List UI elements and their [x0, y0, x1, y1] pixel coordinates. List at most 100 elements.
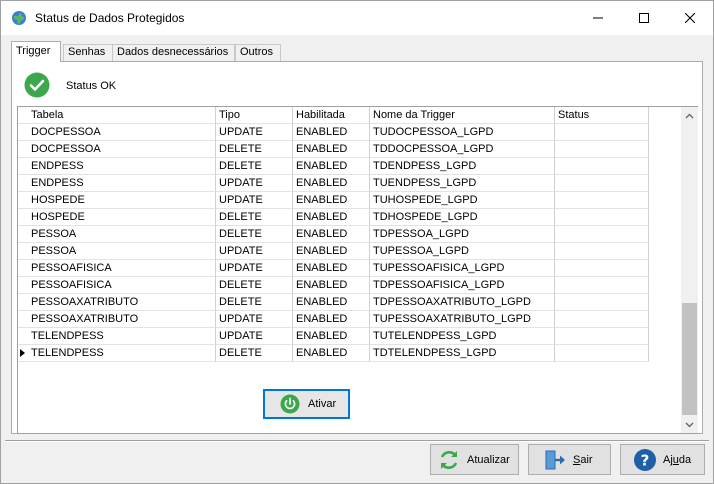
- table-row[interactable]: PESSOAFISICA UPDATE ENABLED TUPESSOAFISICA_…: [18, 260, 649, 277]
- minimize-button[interactable]: [575, 1, 621, 35]
- cell-status[interactable]: [555, 141, 649, 158]
- cell-habilitada[interactable]: ENABLED: [293, 209, 370, 226]
- cell-tabela[interactable]: PESSOAFISICA: [28, 277, 216, 294]
- cell-tipo[interactable]: DELETE: [216, 158, 293, 175]
- cell-habilitada[interactable]: ENABLED: [293, 260, 370, 277]
- cell-nome-da-trigger[interactable]: TUHOSPEDE_LGPD: [370, 192, 555, 209]
- table-row[interactable]: DOCPESSOA DELETE ENABLED TDDOCPESSOA_LGPD: [18, 141, 649, 158]
- cell-status[interactable]: [555, 226, 649, 243]
- table-row[interactable]: PESSOAXATRIBUTO DELETE ENABLED TDPESSOAXATR…: [18, 294, 649, 311]
- cell-tabela[interactable]: DOCPESSOA: [28, 141, 216, 158]
- scroll-down-button[interactable]: [681, 416, 698, 433]
- table-row[interactable]: ENDPESS DELETE ENABLED TDENDPESS_LGPD: [18, 158, 649, 175]
- col-tipo[interactable]: Tipo: [216, 107, 293, 124]
- table-row[interactable]: ENDPESS UPDATE ENABLED TUENDPESS_LGPD: [18, 175, 649, 192]
- col-tabela[interactable]: Tabela: [28, 107, 216, 124]
- table-row[interactable]: TELENDPESS UPDATE ENABLED TUTELENDPESS_LGPD: [18, 328, 649, 345]
- cell-tipo[interactable]: UPDATE: [216, 243, 293, 260]
- cell-tabela[interactable]: DOCPESSOA: [28, 124, 216, 141]
- cell-tabela[interactable]: PESSOAXATRIBUTO: [28, 311, 216, 328]
- cell-nome-da-trigger[interactable]: TUTELENDPESS_LGPD: [370, 328, 555, 345]
- cell-tabela[interactable]: ENDPESS: [28, 175, 216, 192]
- table-row[interactable]: DOCPESSOA UPDATE ENABLED TUDOCPESSOA_LGPD: [18, 124, 649, 141]
- cell-status[interactable]: [555, 311, 649, 328]
- ativar-button[interactable]: Ativar: [263, 389, 350, 419]
- cell-habilitada[interactable]: ENABLED: [293, 226, 370, 243]
- tab-senhas[interactable]: Senhas: [63, 44, 113, 61]
- col-habilitada[interactable]: Habilitada: [293, 107, 370, 124]
- cell-tabela[interactable]: TELENDPESS: [28, 328, 216, 345]
- maximize-button[interactable]: [621, 1, 667, 35]
- close-button[interactable]: [667, 1, 713, 35]
- scroll-thumb[interactable]: [682, 303, 697, 415]
- cell-tabela[interactable]: PESSOAFISICA: [28, 260, 216, 277]
- table-row[interactable]: PESSOA UPDATE ENABLED TUPESSOA_LGPD: [18, 243, 649, 260]
- cell-tipo[interactable]: DELETE: [216, 141, 293, 158]
- cell-tipo[interactable]: DELETE: [216, 226, 293, 243]
- tab-dados-desnecessarios[interactable]: Dados desnecessários: [112, 44, 235, 61]
- cell-tipo[interactable]: DELETE: [216, 277, 293, 294]
- cell-tipo[interactable]: UPDATE: [216, 175, 293, 192]
- cell-habilitada[interactable]: ENABLED: [293, 294, 370, 311]
- cell-status[interactable]: [555, 209, 649, 226]
- cell-nome-da-trigger[interactable]: TUENDPESS_LGPD: [370, 175, 555, 192]
- cell-status[interactable]: [555, 175, 649, 192]
- tab-trigger[interactable]: Trigger: [11, 41, 61, 62]
- cell-status[interactable]: [555, 192, 649, 209]
- col-status[interactable]: Status: [555, 107, 649, 124]
- cell-nome-da-trigger[interactable]: TUPESSOAXATRIBUTO_LGPD: [370, 311, 555, 328]
- cell-habilitada[interactable]: ENABLED: [293, 141, 370, 158]
- cell-status[interactable]: [555, 345, 649, 362]
- cell-habilitada[interactable]: ENABLED: [293, 158, 370, 175]
- cell-tipo[interactable]: UPDATE: [216, 124, 293, 141]
- cell-tabela[interactable]: HOSPEDE: [28, 209, 216, 226]
- cell-nome-da-trigger[interactable]: TDPESSOAXATRIBUTO_LGPD: [370, 294, 555, 311]
- cell-status[interactable]: [555, 243, 649, 260]
- cell-tipo[interactable]: DELETE: [216, 209, 293, 226]
- cell-habilitada[interactable]: ENABLED: [293, 192, 370, 209]
- cell-nome-da-trigger[interactable]: TDTELENDPESS_LGPD: [370, 345, 555, 362]
- cell-habilitada[interactable]: ENABLED: [293, 175, 370, 192]
- cell-nome-da-trigger[interactable]: TDPESSOAFISICA_LGPD: [370, 277, 555, 294]
- cell-tabela[interactable]: TELENDPESS: [28, 345, 216, 362]
- cell-tipo[interactable]: UPDATE: [216, 192, 293, 209]
- cell-nome-da-trigger[interactable]: TUDOCPESSOA_LGPD: [370, 124, 555, 141]
- cell-status[interactable]: [555, 277, 649, 294]
- table-row[interactable]: PESSOA DELETE ENABLED TDPESSOA_LGPD: [18, 226, 649, 243]
- cell-status[interactable]: [555, 260, 649, 277]
- table-row[interactable]: PESSOAFISICA DELETE ENABLED TDPESSOAFISICA_…: [18, 277, 649, 294]
- cell-nome-da-trigger[interactable]: TDDOCPESSOA_LGPD: [370, 141, 555, 158]
- cell-tabela[interactable]: ENDPESS: [28, 158, 216, 175]
- cell-tipo[interactable]: DELETE: [216, 294, 293, 311]
- scroll-up-button[interactable]: [681, 107, 698, 124]
- cell-habilitada[interactable]: ENABLED: [293, 277, 370, 294]
- cell-status[interactable]: [555, 124, 649, 141]
- cell-status[interactable]: [555, 294, 649, 311]
- cell-tabela[interactable]: HOSPEDE: [28, 192, 216, 209]
- cell-tabela[interactable]: PESSOA: [28, 226, 216, 243]
- table-row[interactable]: TELENDPESS DELETE ENABLED TDTELENDPESS_LGPD: [18, 345, 649, 362]
- cell-nome-da-trigger[interactable]: TUPESSOA_LGPD: [370, 243, 555, 260]
- cell-tabela[interactable]: PESSOA: [28, 243, 216, 260]
- vertical-scrollbar[interactable]: [681, 107, 698, 433]
- table-row[interactable]: PESSOAXATRIBUTO UPDATE ENABLED TUPESSOAXATR…: [18, 311, 649, 328]
- trigger-grid[interactable]: Tabela Tipo Habilitada Nome da Trigger S…: [17, 106, 698, 434]
- cell-tipo[interactable]: UPDATE: [216, 260, 293, 277]
- cell-habilitada[interactable]: ENABLED: [293, 243, 370, 260]
- cell-habilitada[interactable]: ENABLED: [293, 124, 370, 141]
- cell-habilitada[interactable]: ENABLED: [293, 311, 370, 328]
- cell-nome-da-trigger[interactable]: TUPESSOAFISICA_LGPD: [370, 260, 555, 277]
- cell-status[interactable]: [555, 158, 649, 175]
- cell-tipo[interactable]: UPDATE: [216, 311, 293, 328]
- cell-habilitada[interactable]: ENABLED: [293, 328, 370, 345]
- table-row[interactable]: HOSPEDE UPDATE ENABLED TUHOSPEDE_LGPD: [18, 192, 649, 209]
- cell-tabela[interactable]: PESSOAXATRIBUTO: [28, 294, 216, 311]
- cell-nome-da-trigger[interactable]: TDHOSPEDE_LGPD: [370, 209, 555, 226]
- cell-tipo[interactable]: DELETE: [216, 345, 293, 362]
- cell-status[interactable]: [555, 328, 649, 345]
- atualizar-button[interactable]: Atualizar: [430, 444, 519, 475]
- cell-nome-da-trigger[interactable]: TDENDPESS_LGPD: [370, 158, 555, 175]
- tab-outros[interactable]: Outros: [235, 44, 281, 61]
- ajuda-button[interactable]: ? Ajuda: [620, 444, 705, 475]
- col-nome-da-trigger[interactable]: Nome da Trigger: [370, 107, 555, 124]
